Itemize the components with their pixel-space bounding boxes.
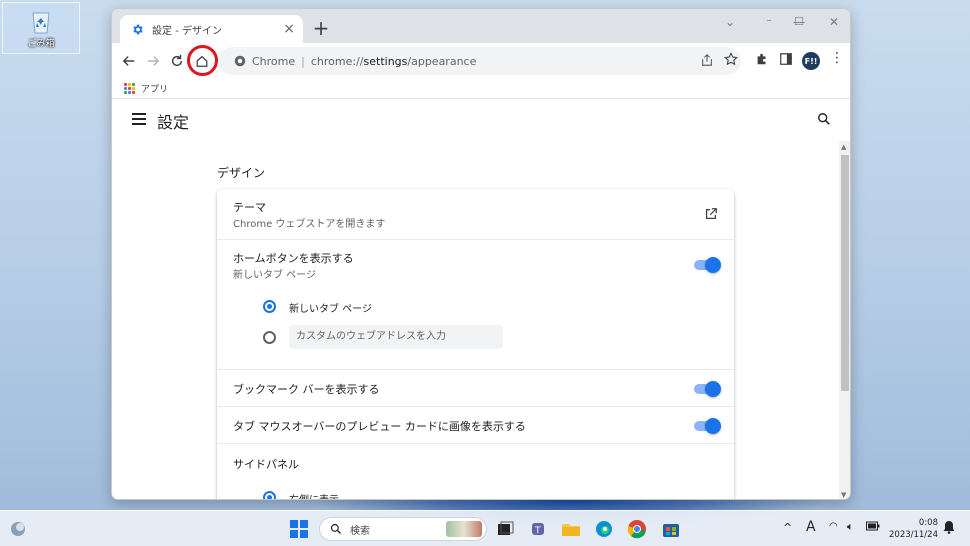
theme-sublabel: Chrome ウェブストアを開きます [233,219,386,230]
notification-bell-icon[interactable] [943,520,955,537]
wifi-icon[interactable]: ◠ [829,521,838,532]
side-panel-icon[interactable] [779,52,793,70]
radio-new-tab-page[interactable] [263,300,276,313]
section-title: デザイン [217,166,266,180]
ime-indicator[interactable]: A [806,519,816,535]
appearance-card: テーマ Chrome ウェブストアを開きます ホームボタンを表示する 新しいタブ… [217,189,734,499]
radio-side-panel-right-label: 右側に表示 [289,491,339,499]
extensions-puzzle-icon[interactable] [755,52,769,70]
home-button-row: ホームボタンを表示する 新しいタブ ページ 新しいタブ ページ カスタムのウェブ… [217,239,734,369]
maximize-button[interactable]: ☐ [789,15,809,28]
page-scrollbar[interactable]: ▲ ▼ [839,141,850,499]
bookmark-bar-label: ブックマーク バーを表示する [233,383,380,396]
search-highlight-image-icon [446,521,482,537]
address-bar[interactable]: Chrome | chrome:// settings /appearance [218,47,741,75]
bookmark-bar-toggle[interactable] [694,381,721,397]
menu-kebab-icon[interactable]: ⋮ [830,50,844,66]
scroll-down-arrow-icon[interactable]: ▼ [841,491,846,499]
tab-settings[interactable]: 設定 - デザイン × [120,15,303,43]
start-windows-icon[interactable] [289,519,309,539]
theme-label: テーマ [233,201,266,214]
tab-strip: 設定 - デザイン × + ⌄ — – ☐ ✕ [112,9,850,43]
theme-row[interactable]: テーマ Chrome ウェブストアを開きます [217,189,734,239]
toolbar: Chrome | chrome:// settings /appearance … [112,43,850,79]
apps-grid-icon [124,83,135,94]
taskbar-search-icon [330,523,342,535]
tab-search-chevron-icon[interactable]: ⌄ [720,15,740,29]
open-external-icon[interactable] [704,206,718,220]
gear-icon [130,22,144,36]
profile-avatar[interactable]: F!! [802,52,820,70]
file-explorer-icon[interactable] [561,519,581,539]
custom-url-input[interactable]: カスタムのウェブアドレスを入力 [289,325,503,349]
reload-button[interactable] [166,50,188,72]
bookmarks-bar: アプリ [112,79,850,99]
radio-new-tab-page-label: 新しいタブ ページ [289,304,372,315]
settings-header: 設定 [112,99,850,141]
clock-time: 0:08 [918,518,938,528]
taskbar: 検索 T ^ A ◠ 🔈︎ 0:08 2023/11/24 [0,510,970,546]
back-button[interactable] [118,50,140,72]
taskbar-search[interactable]: 検索 [319,517,487,541]
search-icon[interactable] [817,111,835,129]
radio-side-panel-right[interactable] [263,491,276,499]
clock-date: 2023/11/24 [889,530,938,540]
new-tab-button[interactable]: + [310,17,332,39]
scroll-up-arrow-icon[interactable]: ▲ [841,143,846,151]
task-view-icon[interactable] [495,519,515,539]
chrome-window: 設定 - デザイン × + ⌄ — – ☐ ✕ Chrome | chrome:… [111,8,851,500]
battery-icon[interactable] [866,521,880,534]
edge-icon[interactable] [594,519,614,539]
forward-button[interactable] [142,50,164,72]
system-clock[interactable]: 0:08 2023/11/24 [886,517,938,541]
tab-preview-row[interactable]: タブ マウスオーバーのプレビュー カードに画像を表示する [217,406,734,443]
bookmark-bar-row[interactable]: ブックマーク バーを表示する [217,369,734,406]
volume-icon[interactable]: 🔈︎ [847,520,854,534]
desktop-recycle-bin[interactable]: ごみ箱 [2,2,80,54]
tab-close-icon[interactable]: × [283,22,295,36]
widgets-icon[interactable] [8,519,28,539]
radio-custom-url[interactable] [263,331,276,344]
url-host: settings [363,54,408,68]
hamburger-menu-icon[interactable] [132,113,146,125]
teams-icon[interactable]: T [527,519,547,539]
chrome-logo-icon [234,55,246,67]
address-separator: | [301,54,305,68]
svg-text:T: T [534,526,541,536]
page-title: 設定 [157,113,190,132]
tray-overflow-chevron-icon[interactable]: ^ [783,521,792,534]
tab-title: 設定 - デザイン [152,25,222,37]
recycle-bin-label: ごみ箱 [27,38,55,49]
tab-preview-label: タブ マウスオーバーのプレビュー カードに画像を表示する [233,420,526,433]
home-button-highlight-ring [187,45,218,76]
home-button-sublabel: 新しいタブ ページ [233,270,316,281]
side-panel-row: サイドパネル 右側に表示 [217,443,734,499]
minimize-dash-icon[interactable]: – [759,15,779,26]
bookmark-star-icon[interactable] [724,52,738,70]
close-window-button[interactable]: ✕ [824,15,844,29]
tab-preview-toggle[interactable] [694,418,721,434]
chrome-taskbar-icon[interactable] [627,519,647,539]
url-path: /appearance [407,54,477,68]
recycle-bin-icon [30,8,52,34]
side-panel-label: サイドパネル [233,458,299,471]
home-button-label: ホームボタンを表示する [233,252,354,265]
taskbar-search-label: 検索 [350,525,370,537]
store-icon[interactable] [661,519,681,539]
scrollbar-thumb[interactable] [841,155,849,391]
home-button-toggle[interactable] [694,257,721,273]
url-prefix: chrome:// [310,54,364,68]
site-label: Chrome [252,54,296,68]
bookmark-apps[interactable]: アプリ [141,82,168,95]
share-icon[interactable] [700,53,714,71]
settings-content: デザイン テーマ Chrome ウェブストアを開きます ホームボタンを表示する … [112,141,839,499]
